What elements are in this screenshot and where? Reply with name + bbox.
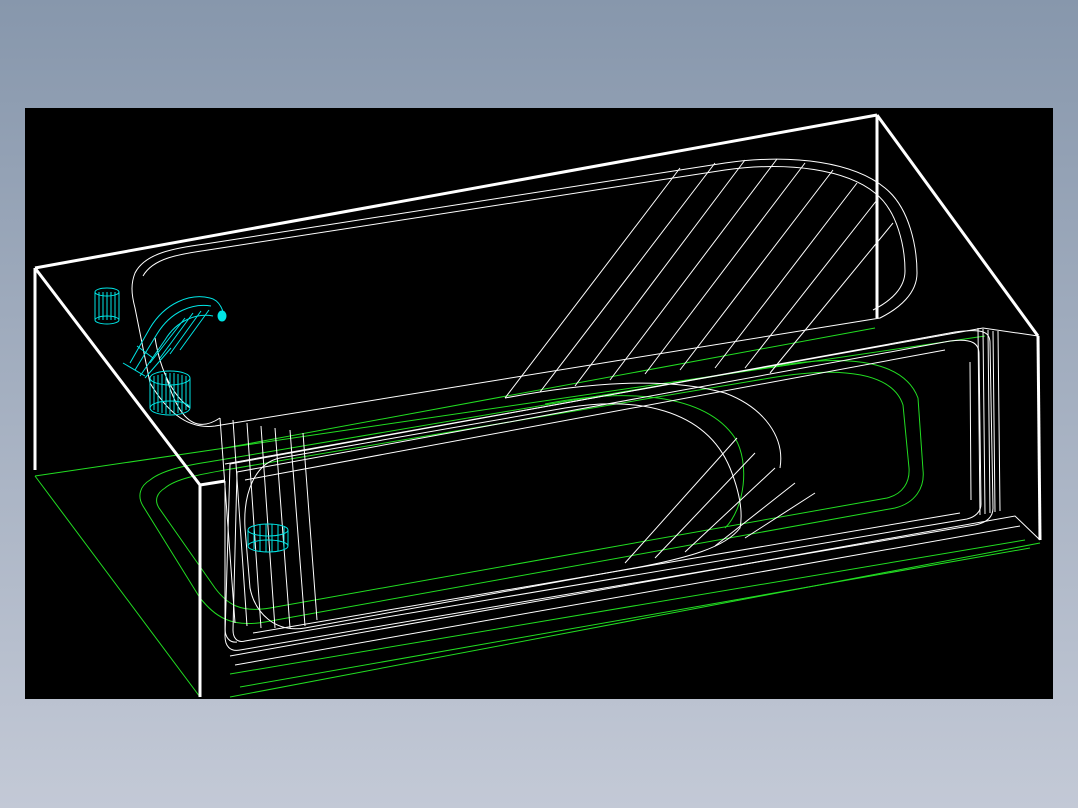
inner-back-rim (131, 158, 918, 427)
cad-viewport[interactable] (25, 108, 1053, 699)
valve-icon (94, 287, 120, 325)
inner-front-rim (224, 330, 994, 651)
faucet-icon (122, 296, 227, 379)
box-front-right-vertical (1036, 335, 1042, 541)
box-right-back-edge (875, 114, 1040, 337)
rim-contour-2 (239, 547, 1031, 688)
rim-contour-3 (224, 327, 876, 449)
box-left-top-edge (33, 267, 202, 486)
front-rim-bottom (229, 515, 1041, 657)
bathtub-drawing (33, 113, 1042, 698)
seat-contour (544, 395, 745, 529)
back-slope-bottom (504, 382, 782, 469)
box-front-left (199, 479, 226, 487)
box-top-back-edge (34, 113, 878, 270)
inner-back-rim-2 (142, 166, 906, 311)
inner-front-rim-2 (232, 339, 982, 642)
front-rim-bottom-2 (234, 525, 1021, 666)
floor-contour-outer (139, 360, 924, 624)
right-upright-lines (977, 327, 1001, 516)
inner-front-rim-3 (244, 349, 972, 634)
base-edge-left (34, 475, 201, 698)
tub-fittings (94, 287, 289, 553)
left-end-lines (219, 417, 318, 629)
